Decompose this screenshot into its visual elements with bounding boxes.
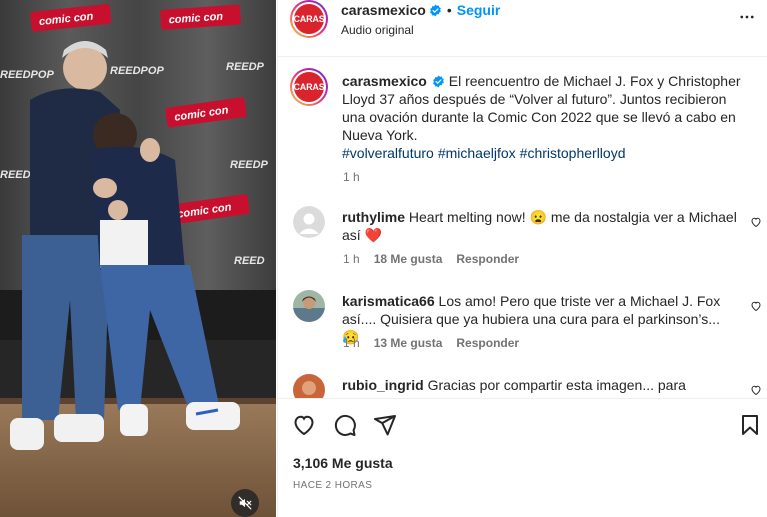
profile-photo	[293, 290, 325, 322]
mute-button[interactable]	[231, 489, 259, 517]
svg-text:REED: REED	[0, 169, 31, 181]
post-header: CARAS carasmexico • Seguir Audio origina…	[278, 0, 767, 42]
comment-heart-icon[interactable]	[750, 216, 762, 228]
speaker-muted-icon	[238, 496, 252, 510]
reply-button[interactable]: Responder	[456, 252, 519, 266]
verified-badge-icon	[432, 75, 444, 88]
svg-text:REEDP: REEDP	[226, 61, 265, 73]
post-video[interactable]: comic con comic con REEDPOP REEDPOP REED…	[0, 0, 276, 517]
author-username[interactable]: carasmexico	[341, 2, 426, 18]
comment-time[interactable]: 1 h	[343, 252, 360, 266]
commenter-username[interactable]: ruthylime	[342, 209, 405, 225]
caption-author-avatar[interactable]: CARAS	[290, 68, 328, 106]
commenter-avatar[interactable]	[293, 374, 325, 398]
follow-button[interactable]: Seguir	[457, 2, 501, 18]
bookmark-icon[interactable]	[738, 413, 762, 437]
caption-hashtags: #volveralfuturo #michaeljfox #christopherl…	[342, 144, 742, 162]
profile-photo	[293, 374, 325, 398]
reply-button[interactable]: Responder	[456, 336, 519, 350]
post-time-ago[interactable]: HACE 2 HORAS	[293, 480, 372, 491]
default-avatar-icon	[293, 206, 325, 238]
header-divider	[278, 56, 767, 57]
commenter-avatar[interactable]	[293, 290, 325, 322]
post-details-panel: CARAS carasmexico • Seguir Audio origina…	[277, 0, 767, 517]
comment-heart-icon[interactable]	[750, 384, 762, 396]
caption-timestamp[interactable]: 1 h	[343, 170, 360, 184]
comment-time[interactable]: 1 h	[343, 336, 360, 350]
heart-icon[interactable]	[292, 413, 316, 437]
comment-icon[interactable]	[333, 413, 357, 437]
audio-label[interactable]: Audio original	[341, 23, 414, 37]
comment-likes[interactable]: 13 Me gusta	[374, 336, 443, 350]
svg-text:REED: REED	[234, 255, 265, 267]
verified-badge-icon	[429, 4, 441, 16]
hashtag-link[interactable]: #michaeljfox	[438, 145, 516, 161]
video-frame-image: comic con comic con REEDPOP REEDPOP REED…	[0, 0, 276, 517]
comment-item: rubio_ingrid Gracias por compartir esta …	[278, 374, 767, 398]
caption-username[interactable]: carasmexico	[342, 73, 427, 89]
comment-heart-icon[interactable]	[750, 300, 762, 312]
hashtag-link[interactable]: #christopherlloyd	[520, 145, 626, 161]
separator-dot: •	[446, 2, 452, 18]
caras-logo: CARAS	[294, 72, 325, 102]
comment-meta: 1 h 13 Me gusta Responder	[343, 336, 519, 350]
likes-count[interactable]: 3,106 Me gusta	[293, 455, 393, 471]
commenter-username[interactable]: rubio_ingrid	[342, 377, 424, 393]
more-options-icon[interactable]	[738, 8, 756, 26]
commenter-username[interactable]: karismatica66	[342, 293, 435, 309]
svg-text:REEDP: REEDP	[230, 159, 269, 171]
caras-logo: CARAS	[294, 4, 325, 34]
action-bar	[278, 398, 767, 448]
author-avatar[interactable]: CARAS	[290, 0, 328, 38]
commenter-avatar[interactable]	[293, 206, 325, 238]
comment-meta: 1 h 18 Me gusta Responder	[343, 252, 519, 266]
svg-text:REEDPOP: REEDPOP	[0, 69, 54, 81]
comment-likes[interactable]: 18 Me gusta	[374, 252, 443, 266]
hashtag-link[interactable]: #volveralfuturo	[342, 145, 434, 161]
send-icon[interactable]	[373, 413, 397, 437]
svg-text:REEDPOP: REEDPOP	[110, 65, 164, 77]
